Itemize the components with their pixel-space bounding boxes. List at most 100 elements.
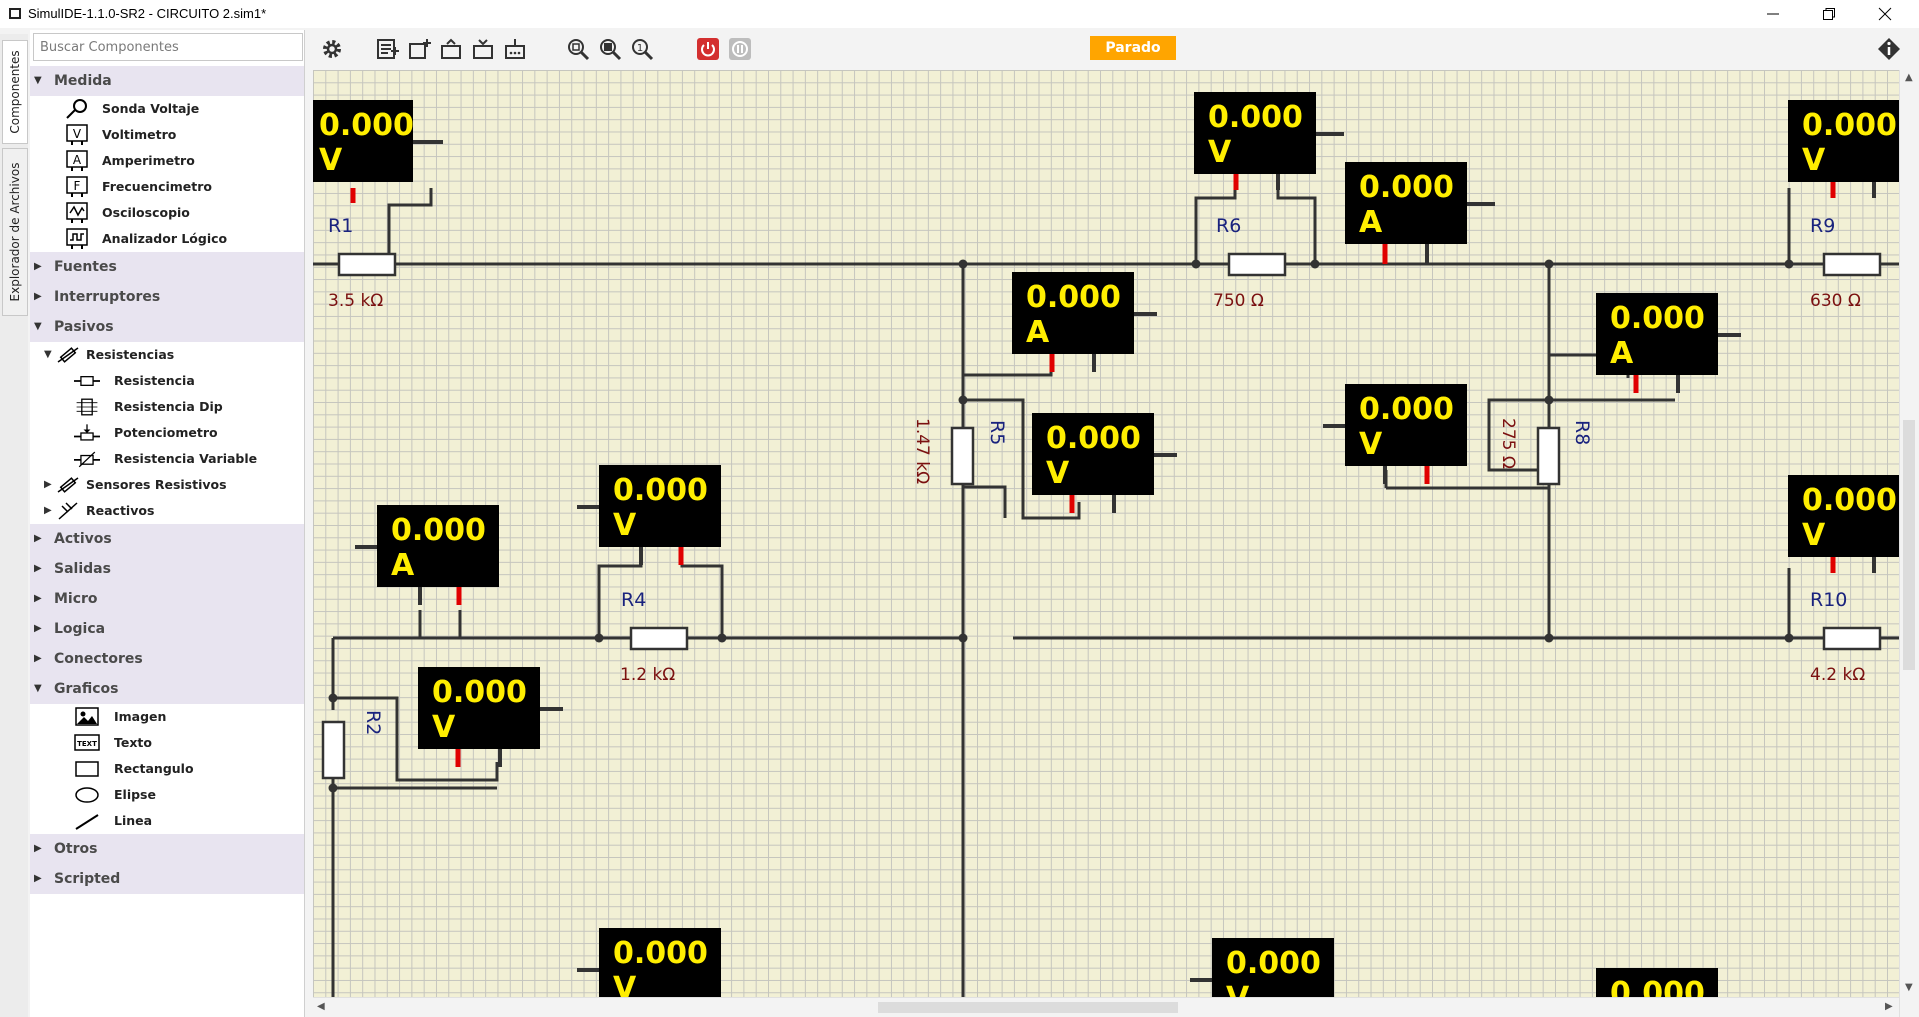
item-analizador-logico[interactable]: Analizador Lógico (30, 226, 304, 252)
collapsed-arrow-icon: ▶ (34, 843, 42, 854)
meter-unit: V (1359, 427, 1383, 462)
meter[interactable]: 0.000 V (1788, 100, 1899, 198)
zoom-selection-button[interactable] (596, 35, 624, 63)
meter[interactable]: 0.000 (1596, 968, 1718, 997)
subcategory-reactivos[interactable]: ▶ Reactivos (30, 498, 304, 524)
resistor-r6[interactable] (1227, 252, 1287, 277)
resistor-r2[interactable] (321, 720, 346, 780)
category-graficos[interactable]: ▼ Graficos (30, 674, 304, 704)
power-button[interactable] (694, 35, 722, 63)
svg-text:V: V (73, 127, 82, 141)
settings-button[interactable] (318, 35, 346, 63)
item-sonda-voltaje[interactable]: Sonda Voltaje (30, 96, 304, 122)
new-circuit-button[interactable] (406, 35, 434, 63)
resistor-r5[interactable] (950, 426, 975, 486)
meter[interactable]: 0.000 A (1345, 162, 1495, 264)
open-circuit-button[interactable] (438, 35, 466, 63)
item-imagen[interactable]: Imagen (30, 704, 304, 730)
collapsed-arrow-icon: ▶ (44, 479, 52, 490)
scroll-down-icon[interactable]: ▼ (1905, 982, 1913, 993)
category-activos[interactable]: ▶ Activos (30, 524, 304, 554)
logic-analyzer-icon (66, 228, 88, 249)
close-button[interactable] (1857, 0, 1913, 28)
info-icon (1878, 38, 1900, 60)
scroll-left-icon[interactable]: ◀ (317, 1001, 325, 1012)
category-salidas[interactable]: ▶ Salidas (30, 554, 304, 584)
meter[interactable]: 0.000 A (355, 505, 499, 605)
voltmeter-icon: V (66, 124, 88, 145)
meter[interactable]: 0.000 V (1032, 413, 1177, 513)
horizontal-scrollbar[interactable]: ◀ ▶ (313, 997, 1899, 1017)
item-voltimetro[interactable]: V Voltimetro (30, 122, 304, 148)
meter[interactable]: 0.000 V (1194, 92, 1344, 190)
category-interruptores[interactable]: ▶ Interruptores (30, 282, 304, 312)
scroll-up-icon[interactable]: ▲ (1905, 72, 1913, 83)
item-linea[interactable]: Linea (30, 808, 304, 834)
resistor-r8[interactable] (1536, 426, 1561, 486)
subcategory-sensores-resistivos[interactable]: ▶ Sensores Resistivos (30, 472, 304, 498)
meter-unit: V (1802, 518, 1826, 553)
expanded-arrow-icon: ▼ (34, 683, 42, 694)
zoom-fit-button[interactable] (564, 35, 592, 63)
meter[interactable]: 0.000 V (577, 928, 721, 997)
reactive-icon (58, 502, 78, 520)
resistor-name-label: R4 (621, 589, 646, 611)
search-input[interactable] (33, 33, 303, 61)
pause-button[interactable] (726, 35, 754, 63)
resistor-icon (74, 376, 100, 386)
meter[interactable]: 0.000 V (418, 667, 563, 767)
resistor-r4[interactable] (629, 626, 689, 651)
resistor-r10[interactable] (1822, 626, 1882, 651)
zoom-one-button[interactable]: 1 (628, 35, 656, 63)
svg-text:F: F (74, 179, 81, 193)
item-frecuencimetro[interactable]: F Frecuencimetro (30, 174, 304, 200)
circuit-list-button[interactable] (374, 35, 402, 63)
category-logica[interactable]: ▶ Logica (30, 614, 304, 644)
item-amperimetro[interactable]: A Amperimetro (30, 148, 304, 174)
subcategory-resistencias[interactable]: ▼ Resistencias (30, 342, 304, 368)
save-as-button[interactable] (502, 35, 530, 63)
item-potenciometro[interactable]: Potenciometro (30, 420, 304, 446)
meter-unit: V (1046, 456, 1070, 491)
meter-unit: A (391, 548, 415, 583)
item-osciloscopio[interactable]: Osciloscopio (30, 200, 304, 226)
meter[interactable]: 0.000 V (1788, 475, 1899, 573)
item-rectangulo[interactable]: Rectangulo (30, 756, 304, 782)
item-resistencia-variable[interactable]: Resistencia Variable (30, 446, 304, 472)
components-panel: ▼Medida Sonda Voltaje V Voltimetro A Amp… (30, 30, 305, 1017)
vertical-scroll-thumb[interactable] (1903, 420, 1915, 670)
meter[interactable]: 0.000 V (1190, 938, 1334, 997)
resistor-r9[interactable] (1822, 252, 1882, 277)
category-medida[interactable]: ▼ Medida (30, 66, 304, 96)
circuit-canvas[interactable]: R1 3.5 kΩ R6 750 Ω R9 630 Ω R5 1.47 kΩ R… (313, 70, 1899, 997)
scroll-right-icon[interactable]: ▶ (1885, 1001, 1893, 1012)
vertical-scrollbar[interactable]: ▲ ▼ (1899, 70, 1919, 1017)
category-micro[interactable]: ▶ Micro (30, 584, 304, 614)
item-elipse[interactable]: Elipse (30, 782, 304, 808)
save-circuit-button[interactable] (470, 35, 498, 63)
item-resistencia[interactable]: Resistencia (30, 368, 304, 394)
category-otros[interactable]: ▶ Otros (30, 834, 304, 864)
meter[interactable]: 0.000 A (1012, 272, 1157, 372)
text-icon: TEXT (74, 734, 100, 751)
resistor-r1[interactable] (337, 252, 397, 277)
category-pasivos[interactable]: ▼ Pasivos (30, 312, 304, 342)
junction-node (1310, 259, 1320, 269)
item-texto[interactable]: TEXT Texto (30, 730, 304, 756)
category-fuentes[interactable]: ▶ Fuentes (30, 252, 304, 282)
meter[interactable]: 0.000 V (577, 465, 721, 565)
category-scripted[interactable]: ▶ Scripted (30, 864, 304, 894)
meter-value: 0.000 (1208, 100, 1303, 135)
minimize-button[interactable] (1745, 0, 1801, 28)
item-resistencia-dip[interactable]: Resistencia Dip (30, 394, 304, 420)
category-conectores[interactable]: ▶ Conectores (30, 644, 304, 674)
restore-button[interactable] (1801, 0, 1857, 28)
resistor-value-label: 630 Ω (1810, 291, 1861, 311)
info-button[interactable] (1875, 35, 1903, 63)
meter[interactable]: 0.000 A (1596, 293, 1741, 393)
meter[interactable]: 0.000 V (313, 100, 443, 182)
meter[interactable]: 0.000 V (1323, 384, 1467, 484)
horizontal-scroll-thumb[interactable] (878, 1002, 1178, 1013)
tab-explorador-archivos[interactable]: Explorador de Archivos (2, 148, 28, 316)
tab-componentes[interactable]: Componentes (2, 40, 28, 144)
